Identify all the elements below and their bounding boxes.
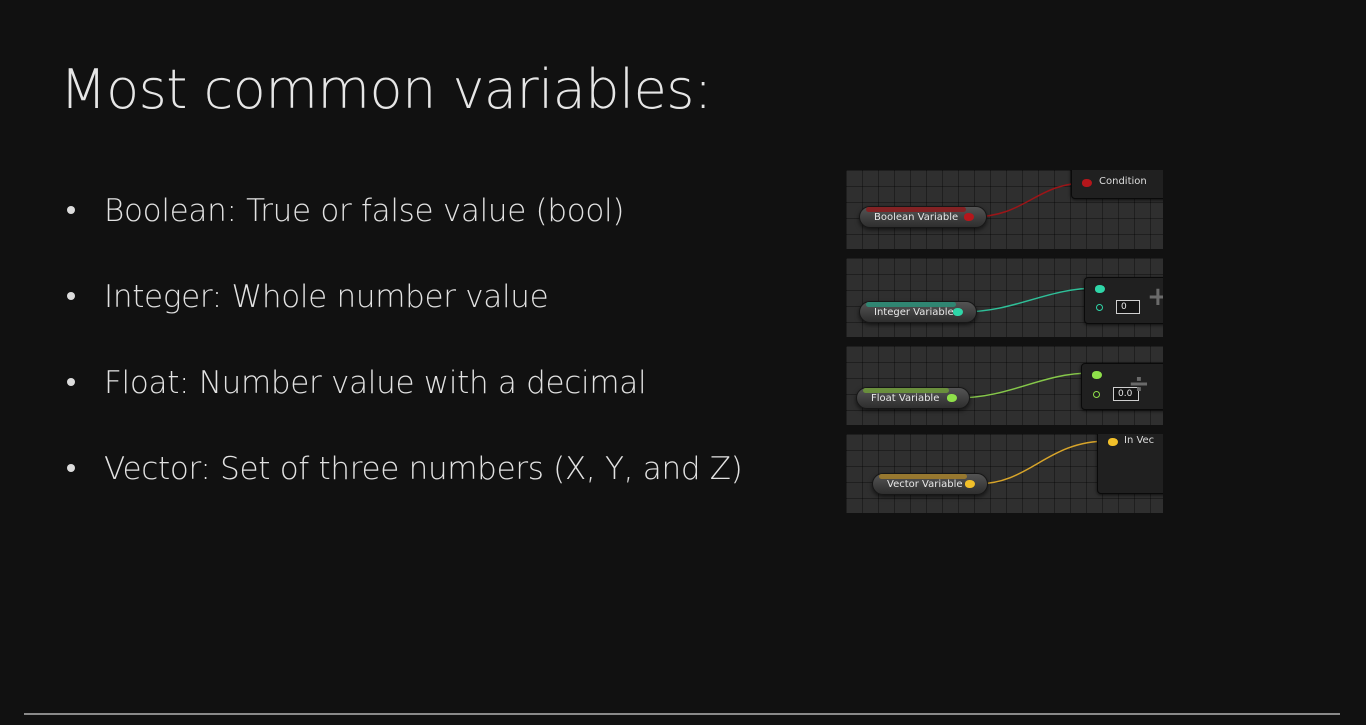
default-value-box[interactable]: 0 xyxy=(1116,300,1140,314)
condition-pin-label: Condition xyxy=(1099,176,1147,187)
output-pin-icon xyxy=(964,213,974,221)
output-pin-icon xyxy=(965,480,975,488)
condition-pin-icon xyxy=(1082,179,1092,187)
plus-icon: + xyxy=(1147,282,1163,312)
bottom-divider xyxy=(24,713,1340,715)
vector-variable-node: Vector Variable xyxy=(872,473,988,495)
in-vec-pin-icon xyxy=(1108,438,1118,446)
bullet-item-vector: Vector: Set of three numbers (X, Y, and … xyxy=(64,448,743,534)
divide-node: 0.0 ÷ xyxy=(1081,363,1163,410)
output-pin-icon xyxy=(953,308,963,316)
presentation-slide: Most common variables: Boolean: True or … xyxy=(0,0,1366,725)
blueprint-panel-vector: In Vec Vector Variable xyxy=(846,434,1163,513)
input-pin-icon xyxy=(1093,391,1100,398)
bullet-text: Float: Number value with a decimal xyxy=(104,365,647,401)
bullet-list: Boolean: True or false value (bool) Inte… xyxy=(64,190,743,534)
add-node: 0 + xyxy=(1084,277,1163,324)
bullet-text: Vector: Set of three numbers (X, Y, and … xyxy=(104,451,743,487)
in-vec-pin-label: In Vec xyxy=(1124,435,1155,446)
input-pin-icon xyxy=(1092,371,1102,379)
integer-variable-node: Integer Variable xyxy=(859,301,977,323)
bullet-dot-icon xyxy=(67,292,75,300)
variable-label: Boolean Variable xyxy=(874,212,959,223)
bullet-item-integer: Integer: Whole number value xyxy=(64,276,742,362)
input-pin-icon xyxy=(1095,285,1105,293)
bullet-dot-icon xyxy=(67,206,75,214)
blueprint-panel-float: 0.0 ÷ Float Variable xyxy=(846,346,1163,425)
bullet-item-float: Float: Number value with a decimal xyxy=(64,362,742,448)
variable-label: Integer Variable xyxy=(874,307,954,318)
divide-icon: ÷ xyxy=(1128,369,1150,399)
variable-label: Float Variable xyxy=(871,393,940,404)
bullet-dot-icon xyxy=(67,464,75,472)
float-variable-node: Float Variable xyxy=(856,387,970,409)
bullet-dot-icon xyxy=(67,378,75,386)
bullet-text: Integer: Whole number value xyxy=(104,279,549,315)
variable-label: Vector Variable xyxy=(887,479,963,490)
boolean-variable-node: Boolean Variable xyxy=(859,206,987,228)
branch-node: Condition xyxy=(1071,170,1163,199)
slide-title: Most common variables: xyxy=(60,58,712,121)
vector-input-node: In Vec xyxy=(1097,434,1163,494)
output-pin-icon xyxy=(947,394,957,402)
input-pin-icon xyxy=(1096,304,1103,311)
bullet-text: Boolean: True or false value (bool) xyxy=(104,193,625,229)
blueprint-panel-boolean: Condition Boolean Variable xyxy=(846,170,1163,249)
bullet-item-boolean: Boolean: True or false value (bool) xyxy=(64,190,742,276)
blueprint-panel-integer: 0 + Integer Variable xyxy=(846,258,1163,337)
